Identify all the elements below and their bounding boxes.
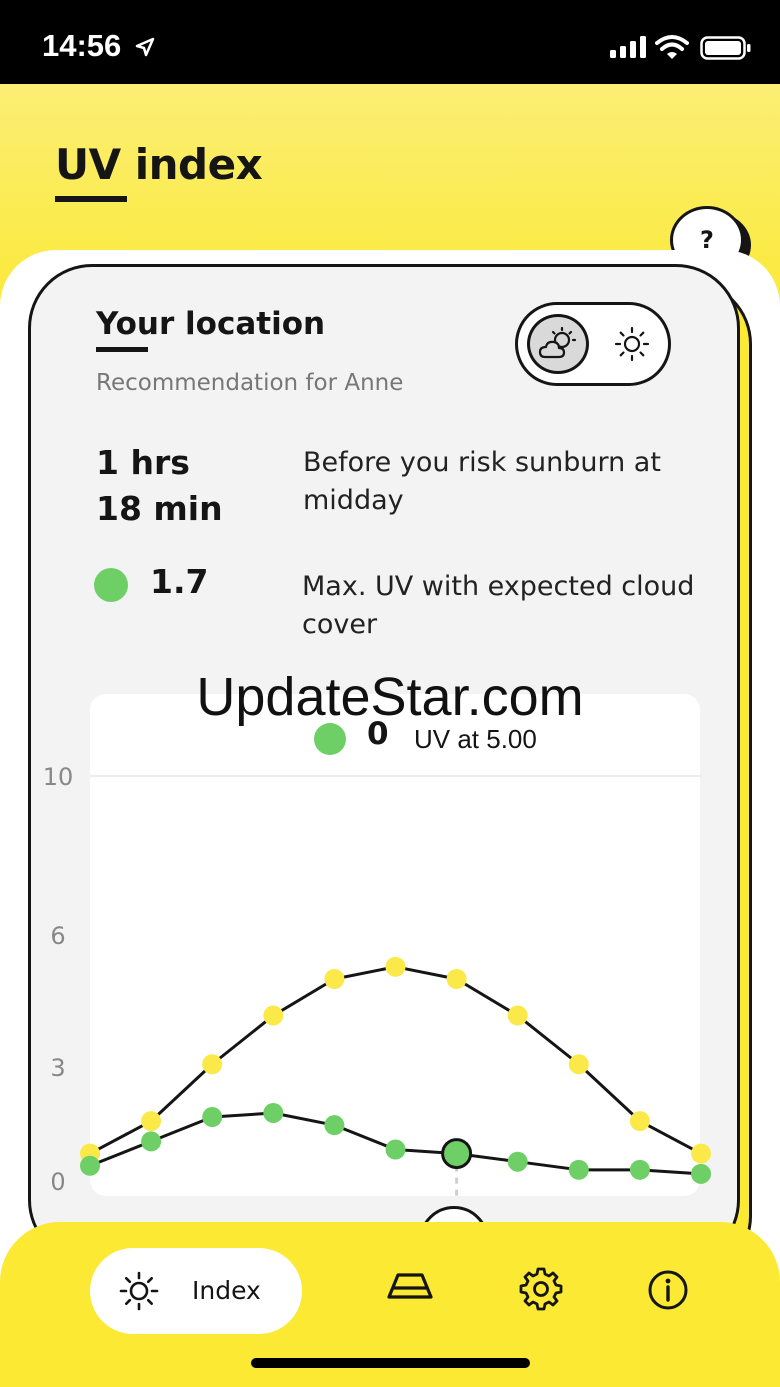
y-tick-label: 10 [43, 763, 74, 791]
clear-sky-point [385, 956, 406, 977]
cloud-cover-point [385, 1139, 406, 1160]
clear-sky-series-line [89, 965, 702, 1155]
current-uv-label: UV at 5.00 [414, 724, 537, 754]
clear-sky-point [691, 1143, 711, 1164]
cloud-cover-point [141, 1131, 162, 1152]
cloud-cover-point [263, 1102, 284, 1123]
clear-sky-point [202, 1054, 223, 1075]
gear-icon[interactable] [518, 1266, 564, 1312]
cloud-cover-point [324, 1115, 345, 1136]
sun-icon [119, 1271, 159, 1311]
home-indicator [251, 1358, 530, 1368]
lamp-icon[interactable] [386, 1272, 434, 1302]
cloud-cover-point [568, 1159, 589, 1180]
selected-point [441, 1138, 473, 1170]
cloud-cover-point [691, 1163, 711, 1184]
clear-sky-point [446, 969, 467, 989]
y-tick-label: 6 [50, 922, 65, 950]
clear-sky-point [141, 1111, 162, 1132]
y-tick-label: 0 [50, 1168, 65, 1196]
cloud-cover-point [80, 1155, 100, 1176]
cloud-cover-point [629, 1159, 650, 1180]
clear-sky-point [507, 1005, 528, 1026]
nav-item-index[interactable]: Index [90, 1248, 302, 1334]
clear-sky-point [629, 1111, 650, 1132]
clear-sky-point [568, 1054, 589, 1075]
clear-sky-point [263, 1005, 284, 1026]
clear-sky-point [324, 969, 345, 989]
nav-item-index-label: Index [192, 1276, 261, 1305]
y-tick-label: 3 [50, 1054, 65, 1082]
uv-chart[interactable]: 10 6 3 0 [0, 0, 780, 1230]
cloud-cover-point [507, 1151, 528, 1172]
watermark-text: UpdateStar.com [196, 667, 584, 727]
cloud-cover-point [202, 1107, 223, 1128]
info-icon[interactable] [646, 1268, 690, 1312]
